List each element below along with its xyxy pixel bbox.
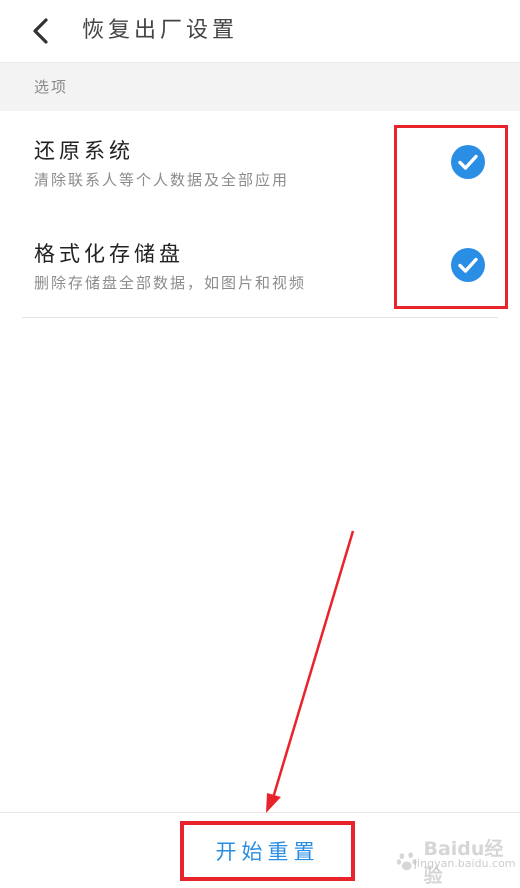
- highlight-box-checkmarks: [394, 125, 508, 309]
- watermark-url: jingyan.baidu.com: [414, 857, 516, 870]
- chevron-left-icon: [33, 18, 48, 44]
- section-header: 选项: [0, 62, 520, 111]
- title-bar: 恢复出厂设置: [0, 0, 520, 62]
- start-reset-button[interactable]: 开始重置: [180, 821, 355, 881]
- option-title: 还原系统: [34, 139, 134, 163]
- page-title: 恢复出厂设置: [82, 18, 239, 43]
- option-description: 删除存储盘全部数据，如图片和视频: [34, 274, 307, 292]
- option-title: 格式化存储盘: [34, 242, 184, 266]
- back-button[interactable]: [24, 14, 58, 48]
- option-description: 清除联系人等个人数据及全部应用: [34, 171, 290, 189]
- section-label: 选项: [34, 78, 69, 96]
